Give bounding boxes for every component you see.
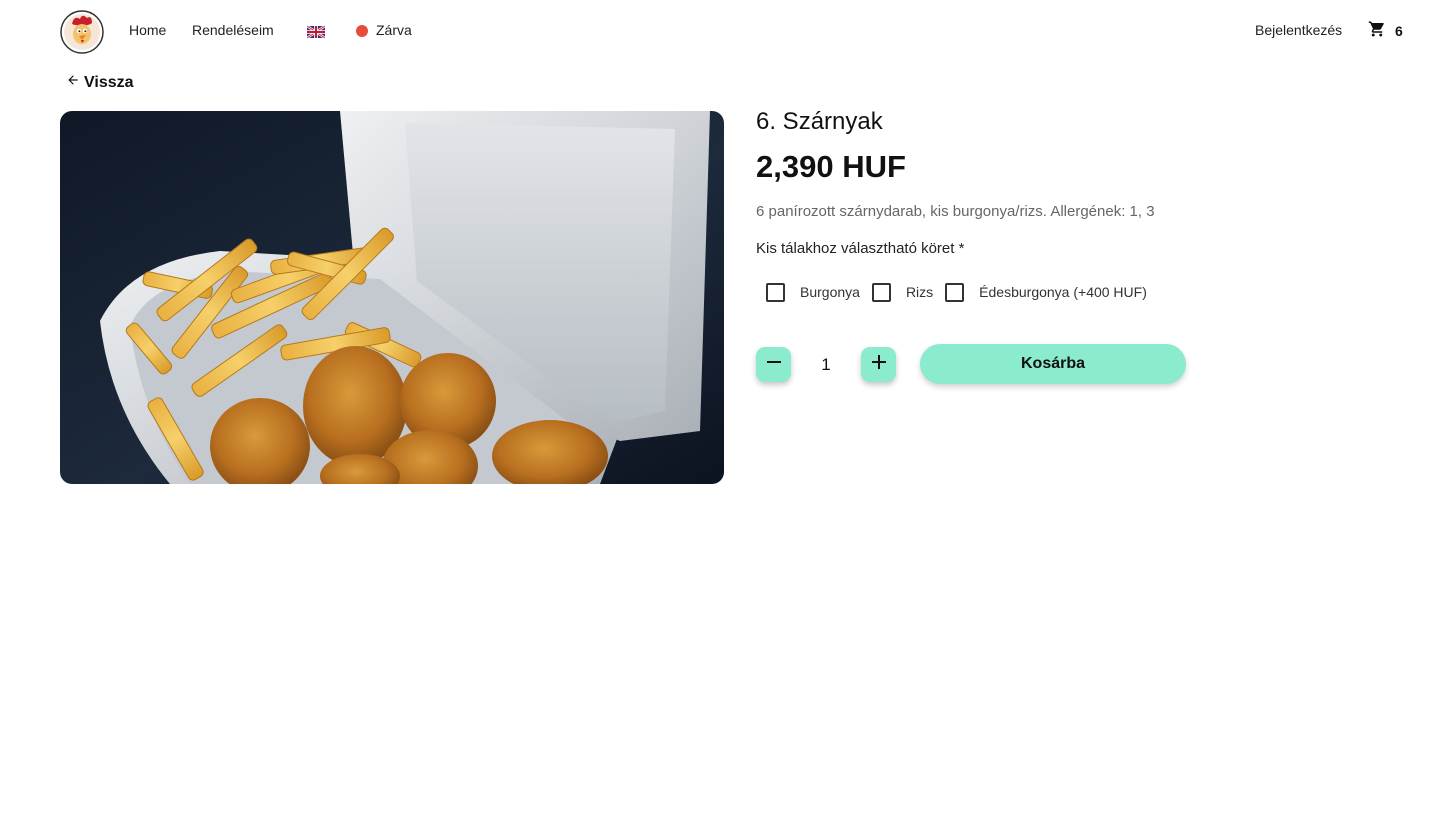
status-indicator-dot (356, 25, 368, 37)
rizs-checkbox[interactable] (871, 282, 891, 302)
nav-link-my-orders[interactable]: Rendeléseim (192, 22, 274, 38)
back-link[interactable]: Vissza (66, 73, 134, 92)
product-title: 6. Szárnyak (756, 108, 883, 135)
option-label: Édesburgonya (+400 HUF) (979, 284, 1147, 300)
side-options-label: Kis tálakhoz választható köret * (756, 240, 965, 257)
cart-count-badge: 6 (1395, 23, 1403, 39)
decrease-quantity-button[interactable] (756, 347, 791, 382)
quantity-value: 1 (821, 355, 831, 374)
product-description: 6 panírozott szárnydarab, kis burgonya/r… (756, 203, 1155, 220)
nav-link-home[interactable]: Home (129, 22, 166, 38)
option-edesburgonya[interactable]: Édesburgonya (+400 HUF) (945, 282, 1147, 302)
product-image (60, 111, 724, 484)
uk-flag-icon[interactable] (306, 25, 326, 39)
restaurant-logo[interactable] (60, 10, 104, 54)
option-rizs[interactable]: Rizs (871, 282, 934, 302)
increase-quantity-button[interactable] (861, 347, 896, 382)
arrow-left-icon (66, 73, 80, 92)
side-options-group: Burgonya Rizs Édesburgonya (+400 HUF) (766, 282, 1147, 302)
add-to-cart-button[interactable]: Kosárba (920, 344, 1186, 384)
product-price: 2,390 HUF (756, 149, 906, 184)
option-label: Rizs (905, 284, 934, 300)
top-navigation: Home Rendeléseim Zárva Bejelentkezés 6 (0, 0, 1451, 62)
back-label: Vissza (84, 73, 134, 91)
minus-icon (766, 354, 782, 375)
plus-icon (871, 354, 887, 375)
option-burgonya[interactable]: Burgonya (766, 282, 860, 302)
cart-button[interactable]: 6 (1368, 20, 1403, 42)
login-link[interactable]: Bejelentkezés (1255, 22, 1342, 38)
status-label: Zárva (376, 22, 412, 38)
shopping-cart-icon (1368, 20, 1386, 43)
edesburgonya-checkbox[interactable] (945, 282, 965, 302)
burgonya-checkbox[interactable] (766, 282, 785, 302)
option-label: Burgonya (800, 284, 860, 300)
